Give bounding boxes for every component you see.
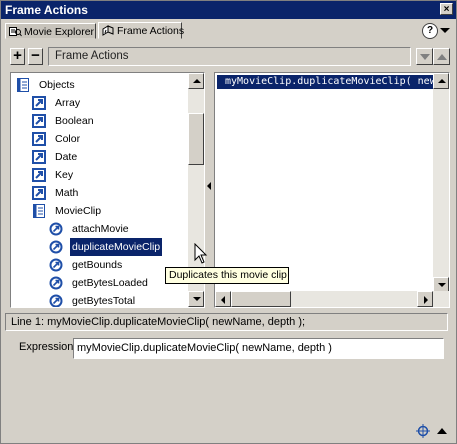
expand-parameters-icon[interactable] [437, 428, 447, 434]
scroll-up-icon [438, 79, 446, 83]
tree-item-label: getBytesTotal [72, 295, 136, 307]
tree-item-label: attachMovie [72, 223, 129, 235]
method-icon [49, 294, 63, 307]
tree-item-label: Objects [39, 79, 75, 91]
book-icon [33, 204, 45, 218]
tree-item-label: Date [55, 151, 78, 163]
scroll-thumb[interactable] [231, 291, 291, 307]
tree-item-label: duplicateMovieClip [70, 238, 163, 256]
scroll-right-button[interactable] [417, 291, 433, 307]
script-horizontal-scrollbar[interactable] [215, 291, 449, 307]
close-button[interactable]: × [440, 3, 453, 15]
script-vertical-scrollbar[interactable] [433, 73, 449, 293]
scroll-left-icon [221, 296, 225, 304]
method-icon [49, 222, 63, 236]
tree-item-label: Array [55, 97, 81, 109]
scroll-up-button[interactable] [433, 73, 449, 89]
target-icon[interactable] [416, 424, 430, 438]
tab-frame-actions[interactable]: Frame Actions [98, 22, 185, 39]
add-action-button[interactable]: + [10, 48, 25, 65]
scroll-right-icon [424, 296, 428, 304]
book-icon [17, 78, 29, 92]
tooltip: Duplicates this movie clip [165, 267, 289, 284]
tab-label: Movie Explorer [24, 26, 95, 38]
object-icon [32, 186, 46, 200]
move-up-button[interactable] [433, 48, 450, 65]
tree-item-label: Math [55, 187, 79, 199]
object-icon [32, 168, 46, 182]
tree-item-label: MovieClip [55, 205, 102, 217]
scroll-thumb[interactable] [188, 113, 204, 165]
scroll-down-icon [438, 283, 446, 287]
tree-item-label: getBounds [72, 259, 123, 271]
mouse-pointer-icon [194, 243, 208, 264]
method-icon [49, 258, 63, 272]
tree-item-label: Key [55, 169, 74, 181]
tree-item-label: Color [55, 133, 81, 145]
scroll-down-icon [193, 297, 201, 301]
tree-item-label: getBytesLoaded [72, 277, 148, 289]
arrow-down-icon [420, 54, 430, 60]
script-line[interactable]: myMovieClip.duplicateMovieClip( newNam [217, 75, 449, 89]
frame-actions-icon [102, 25, 114, 36]
move-down-button[interactable] [416, 48, 433, 65]
actions-toolbar: + − Frame Actions [5, 43, 454, 73]
tab-movie-explorer[interactable]: Movie Explorer [5, 23, 96, 39]
scroll-down-button[interactable] [188, 291, 204, 307]
object-icon [32, 132, 46, 146]
status-line: Line 1: myMovieClip.duplicateMovieClip( … [5, 313, 448, 331]
expression-label: Expression: [19, 341, 77, 353]
frame-actions-window: Frame Actions × Movie Explorer Frame Act… [0, 0, 457, 444]
expression-input[interactable]: myMovieClip.duplicateMovieClip( newName,… [73, 338, 444, 359]
panel-menu-icon[interactable] [440, 28, 450, 33]
title-bar[interactable]: Frame Actions × [1, 1, 456, 19]
tab-label: Frame Actions [117, 25, 185, 37]
actions-mode-label: Frame Actions [48, 47, 411, 66]
tree-item-label: Boolean [55, 115, 94, 127]
arrow-up-icon [437, 54, 447, 60]
method-icon [49, 240, 63, 254]
method-icon [49, 276, 63, 290]
object-icon [32, 150, 46, 164]
object-icon [32, 96, 46, 110]
scroll-up-icon [193, 79, 201, 83]
movie-explorer-icon [9, 27, 22, 37]
object-icon [32, 114, 46, 128]
scroll-up-button[interactable] [188, 73, 204, 89]
delete-action-button[interactable]: − [28, 48, 43, 65]
collapse-left-icon[interactable] [207, 182, 211, 190]
window-title: Frame Actions [5, 3, 88, 17]
scroll-left-button[interactable] [215, 291, 231, 307]
help-button[interactable]: ? [422, 23, 438, 39]
